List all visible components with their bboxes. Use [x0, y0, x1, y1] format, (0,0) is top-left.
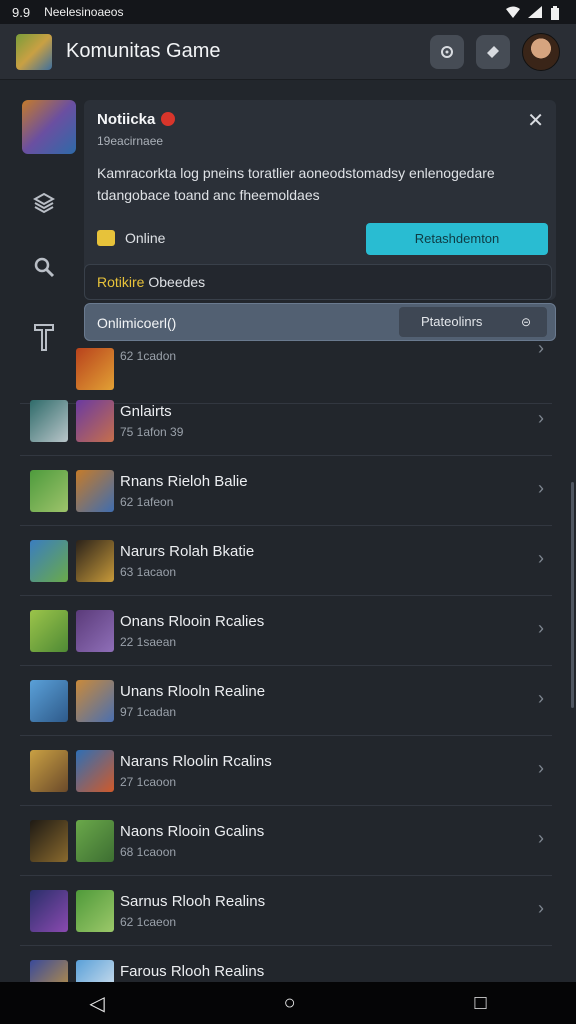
chevron-right-icon: › — [538, 688, 544, 708]
list-item-title: Narurs Rolah Bkatie — [120, 543, 255, 560]
list-item[interactable]: Rnans Rieloh Balie 62 1afeon › — [20, 456, 552, 526]
list-item-meta: 68 1caoon — [120, 845, 177, 859]
game-thumbnail — [76, 470, 114, 512]
game-thumbnail — [76, 610, 114, 652]
status-bar: 9.9 Neelesinoaeos — [0, 0, 576, 24]
game-thumbnail — [30, 820, 68, 862]
chevron-right-icon: › — [538, 758, 544, 778]
back-icon[interactable]: ◁ — [89, 991, 104, 1016]
list-item[interactable]: Farous Rlooh Realins — [20, 946, 552, 982]
list-item-title: Rnans Rieloh Balie — [120, 473, 248, 490]
settings-button[interactable] — [430, 34, 464, 69]
wifi-icon — [506, 6, 520, 18]
list-item-meta: 27 1caoon — [120, 775, 177, 789]
community-thumbnail[interactable] — [22, 100, 76, 154]
settings-icon — [441, 45, 453, 58]
list-item-meta: 62 1afeon — [120, 495, 174, 509]
list-item-title: Sarnus Rlooh Realins — [120, 893, 266, 910]
battery-icon — [550, 6, 564, 20]
game-thumbnail — [30, 400, 68, 442]
home-icon[interactable]: ○ — [284, 992, 296, 1015]
game-thumbnail — [76, 348, 114, 390]
chat-icon — [487, 45, 499, 58]
filter-field[interactable]: Rotikire Obeedes — [84, 264, 552, 300]
notification-subtitle: 19eacirnaee — [97, 134, 164, 148]
layers-icon[interactable] — [30, 192, 58, 220]
signal-icon — [528, 6, 542, 18]
chevron-right-icon: › — [538, 408, 544, 428]
user-avatar[interactable] — [522, 32, 560, 71]
filter-text: Obeedes — [144, 274, 206, 290]
list-item[interactable]: Naons Rlooin Gcalins 68 1caoon › — [20, 806, 552, 876]
left-rail — [22, 100, 78, 351]
status-time: 9.9 — [12, 4, 31, 20]
game-thumbnail — [76, 890, 114, 932]
chevron-right-icon: › — [538, 618, 544, 638]
game-thumbnail — [30, 750, 68, 792]
game-thumbnail — [76, 680, 114, 722]
list-item-meta: 22 1saean — [120, 635, 177, 649]
list-item[interactable]: Unans Rlooln Realine 97 1cadan › — [20, 666, 552, 736]
chevron-right-icon: › — [538, 828, 544, 848]
recents-icon[interactable]: □ — [474, 992, 486, 1015]
scrollbar[interactable] — [571, 482, 574, 708]
status-icon — [97, 230, 115, 246]
list-item-title: Farous Rlooh Realins — [120, 963, 265, 980]
list-item[interactable]: Narans Rloolin Rcalins 27 1caoon › — [20, 736, 552, 806]
close-icon[interactable]: ✕ — [527, 108, 544, 133]
chevron-right-icon: › — [538, 338, 544, 358]
status-notification: Neelesinoaeos — [44, 5, 124, 19]
list-item-meta: 62 1caeon — [120, 915, 177, 929]
list-item-title: Unans Rlooln Realine — [120, 683, 266, 700]
game-thumbnail — [30, 470, 68, 512]
list-item[interactable]: Narurs Rolah Bkatie 63 1acaon › — [20, 526, 552, 596]
search-icon[interactable] — [30, 256, 58, 284]
chevron-right-icon: › — [538, 898, 544, 918]
app-logo — [16, 33, 52, 70]
game-thumbnail — [76, 750, 114, 792]
game-thumbnail — [30, 540, 68, 582]
system-nav-bar: ◁ ○ □ — [0, 982, 576, 1024]
game-thumbnail — [30, 680, 68, 722]
game-thumbnail — [76, 960, 114, 982]
game-thumbnail — [76, 820, 114, 862]
game-thumbnail — [76, 400, 114, 442]
chevron-right-icon: › — [538, 478, 544, 498]
toggle-icon: ⊝ — [520, 315, 531, 329]
game-thumbnail — [30, 890, 68, 932]
list-item-meta: 75 1afon 39 — [120, 425, 184, 439]
list-item[interactable]: Onans Rlooin Rcalies 22 1saean › — [20, 596, 552, 666]
list-item-title: Naons Rlooin Gcalins — [120, 823, 265, 840]
notification-action-button[interactable]: Retashdemton — [366, 223, 548, 255]
selected-button-label: Ptateolinrs — [421, 314, 483, 329]
list-item-meta: 63 1acaon — [120, 565, 177, 579]
list-item-title: Onans Rlooin Rcalies — [120, 613, 265, 630]
list-item-meta: 97 1cadan — [120, 705, 177, 719]
selected-label: Onlimicoerl() — [97, 315, 177, 331]
status-label: Online — [125, 230, 166, 246]
notification-title-text: Notiicka — [97, 111, 156, 128]
selected-row-button[interactable]: Ptateolinrs ⊝ — [399, 307, 547, 337]
notification-message: Kamracorkta log pneins toratlier aoneods… — [97, 165, 495, 203]
online-status: Online — [97, 230, 165, 246]
list-item-title: Gnlairts — [120, 403, 172, 420]
community-list: 62 1cadon › Gnlairts 75 1afon 39 › Rnans… — [0, 336, 576, 982]
list-item[interactable]: Sarnus Rlooh Realins 62 1caeon › — [20, 876, 552, 946]
list-item[interactable]: Gnlairts 75 1afon 39 › — [20, 386, 552, 456]
game-thumbnail — [30, 610, 68, 652]
list-item-title: Narans Rloolin Rcalins — [120, 753, 272, 770]
chat-button[interactable] — [476, 34, 510, 69]
status-icons — [506, 6, 564, 20]
filter-highlight: Rotikire — [97, 274, 145, 290]
chevron-right-icon: › — [538, 548, 544, 568]
app-bar: Komunitas Game — [0, 24, 576, 80]
notification-title: Notiicka — [97, 111, 176, 128]
alert-badge-icon — [161, 112, 176, 126]
game-thumbnail — [30, 960, 68, 982]
app-title: Komunitas Game — [66, 40, 221, 62]
game-thumbnail — [76, 540, 114, 582]
list-item-meta: 62 1cadon — [120, 349, 177, 363]
